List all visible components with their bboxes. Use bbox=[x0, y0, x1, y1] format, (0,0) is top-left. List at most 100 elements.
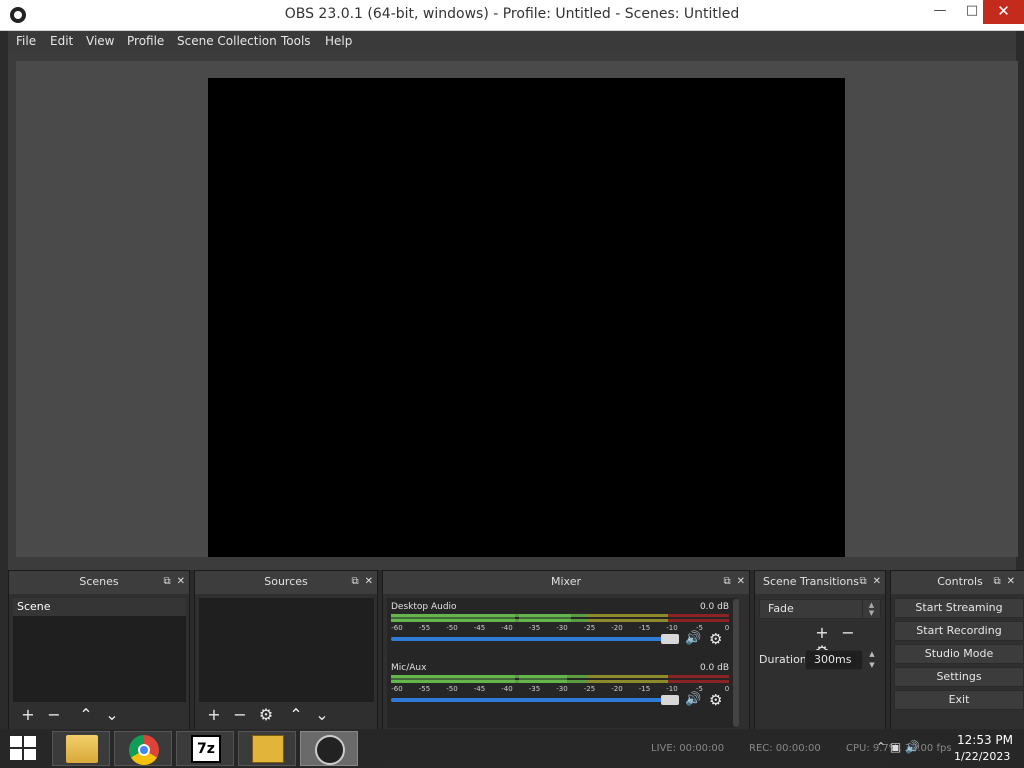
sources-title: Sources bbox=[264, 575, 308, 588]
meter-tick-label: -15 bbox=[638, 685, 651, 693]
scenes-title: Scenes bbox=[79, 575, 119, 588]
move-up-icon[interactable]: ⌃ bbox=[283, 705, 309, 724]
windows-start-icon[interactable] bbox=[10, 736, 38, 762]
preview-canvas[interactable] bbox=[208, 78, 845, 557]
scenes-list[interactable]: Scene bbox=[13, 598, 186, 702]
close-button[interactable]: ✕ bbox=[983, 0, 1024, 24]
mixer-dock: Mixer ⧉ ✕ Desktop Audio 0.0 dB -60 -55 -50 -… bbox=[382, 570, 750, 732]
meter-tick-label: -10 bbox=[666, 624, 678, 632]
list-item[interactable]: Scene bbox=[13, 598, 186, 616]
menu-scene-collection[interactable]: Scene Collection bbox=[177, 34, 277, 48]
gear-icon[interactable]: ⚙ bbox=[709, 691, 722, 709]
meter-tick-label: -55 bbox=[418, 685, 431, 693]
meter-tick-label: -25 bbox=[583, 624, 596, 632]
remove-icon[interactable]: − bbox=[835, 623, 861, 642]
sources-list[interactable] bbox=[199, 598, 374, 702]
settings-button[interactable]: Settings bbox=[894, 667, 1024, 687]
meter-ticks: -60 -55 -50 -45 -40 -35 -30 -25 -20 -15 -10 -5 0 bbox=[391, 685, 729, 695]
remove-icon[interactable]: − bbox=[227, 705, 253, 724]
studio-mode-button[interactable]: Studio Mode bbox=[894, 644, 1024, 664]
duration-label: Duration bbox=[759, 653, 807, 666]
transitions-header: Scene Transitions ⧉ ✕ bbox=[755, 571, 885, 594]
clock-date[interactable]: 1/22/2023 bbox=[954, 750, 1010, 763]
mixer-panel: Desktop Audio 0.0 dB -60 -55 -50 -45 -40 -35 -… bbox=[387, 598, 737, 728]
window-title: OBS 23.0.1 (64-bit, windows) - Profile: … bbox=[284, 6, 740, 22]
taskbar-chrome[interactable] bbox=[114, 731, 172, 766]
controls-title: Controls bbox=[937, 575, 983, 588]
meter-ticks: -60 -55 -50 -45 -40 -35 -30 -25 -20 -15 -10 -5 0 bbox=[391, 624, 729, 634]
move-up-icon[interactable]: ⌃ bbox=[73, 705, 99, 724]
sources-dock: Sources ⧉ ✕ + − ⚙ ⌃ ⌄ bbox=[194, 570, 378, 732]
track-db: 0.0 dB bbox=[699, 663, 729, 673]
rec-status: REC: 00:00:00 bbox=[749, 743, 821, 754]
close-dock-icon[interactable]: ✕ bbox=[177, 576, 185, 587]
controls-dock: Controls ⧉ ✕ Start Streaming Start Record… bbox=[890, 570, 1024, 732]
add-icon[interactable]: + bbox=[201, 705, 227, 724]
add-icon[interactable]: + bbox=[15, 705, 41, 724]
duration-field[interactable]: 300ms bbox=[805, 650, 863, 670]
meter-tick-label: -50 bbox=[446, 685, 458, 693]
gear-icon[interactable]: ⚙ bbox=[709, 630, 722, 648]
volume-meter bbox=[391, 614, 729, 623]
taskbar-notepad[interactable] bbox=[238, 731, 296, 766]
speaker-icon[interactable]: 🔊 bbox=[685, 631, 701, 646]
close-dock-icon[interactable]: ✕ bbox=[1007, 576, 1015, 587]
taskbar-file-explorer[interactable] bbox=[52, 731, 110, 766]
move-down-icon[interactable]: ⌄ bbox=[99, 705, 125, 724]
transitions-title: Scene Transitions bbox=[763, 575, 859, 588]
track-name: Mic/Aux bbox=[391, 663, 427, 673]
add-icon[interactable]: + bbox=[809, 623, 835, 642]
remove-icon[interactable]: − bbox=[41, 705, 67, 724]
menu-help[interactable]: Help bbox=[325, 34, 352, 48]
system-tray[interactable]: ⌃ ▣ 🔊 bbox=[876, 740, 920, 754]
meter-tick-label: -30 bbox=[556, 685, 568, 693]
scrollbar[interactable] bbox=[733, 599, 739, 727]
transition-value: Fade bbox=[768, 602, 794, 615]
slider-handle[interactable] bbox=[661, 695, 679, 705]
menu-profile[interactable]: Profile bbox=[127, 34, 164, 48]
gear-icon[interactable]: ⚙ bbox=[253, 705, 279, 724]
main-area bbox=[8, 53, 1018, 570]
undock-icon[interactable]: ⧉ bbox=[351, 576, 358, 587]
scenes-toolbar: + − ⌃ ⌄ bbox=[15, 705, 125, 727]
volume-slider[interactable] bbox=[391, 698, 677, 702]
meter-tick-label: -35 bbox=[528, 685, 541, 693]
menu-view[interactable]: View bbox=[86, 34, 114, 48]
transition-select[interactable]: Fade ▲ ▼ bbox=[759, 599, 881, 619]
move-down-icon[interactable]: ⌄ bbox=[309, 705, 335, 724]
undock-icon[interactable]: ⧉ bbox=[859, 576, 866, 587]
start-recording-button[interactable]: Start Recording bbox=[894, 621, 1024, 641]
start-streaming-button[interactable]: Start Streaming bbox=[894, 598, 1024, 618]
close-dock-icon[interactable]: ✕ bbox=[737, 576, 745, 587]
taskbar-obs[interactable] bbox=[300, 731, 358, 766]
menu-tools[interactable]: Tools bbox=[281, 34, 311, 48]
undock-icon[interactable]: ⧉ bbox=[723, 576, 730, 587]
close-dock-icon[interactable]: ✕ bbox=[365, 576, 373, 587]
menu-file[interactable]: File bbox=[16, 34, 36, 48]
meter-tick-label: 0 bbox=[724, 624, 730, 632]
undock-icon[interactable]: ⧉ bbox=[993, 576, 1000, 587]
clock-time[interactable]: 12:53 PM bbox=[957, 733, 1013, 747]
undock-icon[interactable]: ⧉ bbox=[163, 576, 170, 587]
sources-header: Sources ⧉ ✕ bbox=[195, 571, 377, 594]
exit-button[interactable]: Exit bbox=[894, 690, 1024, 710]
chevron-updown-icon: ▲ ▼ bbox=[862, 600, 880, 618]
slider-handle[interactable] bbox=[661, 634, 679, 644]
taskbar-7zip[interactable]: 7z bbox=[176, 731, 234, 766]
meter-tick-label: -20 bbox=[611, 685, 623, 693]
track-db: 0.0 dB bbox=[699, 602, 729, 612]
speaker-icon[interactable]: 🔊 bbox=[685, 692, 701, 707]
meter-tick-label: -20 bbox=[611, 624, 623, 632]
volume-slider[interactable] bbox=[391, 637, 677, 641]
close-dock-icon[interactable]: ✕ bbox=[873, 576, 881, 587]
7zip-icon: 7z bbox=[191, 735, 221, 763]
track-desktop-audio: Desktop Audio 0.0 dB -60 -55 -50 -45 -40 -35 -… bbox=[391, 602, 729, 656]
minimize-button[interactable]: — bbox=[924, 0, 956, 24]
duration-spinner[interactable]: ▲ ▼ bbox=[864, 649, 880, 671]
menu-edit[interactable]: Edit bbox=[50, 34, 73, 48]
mixer-header: Mixer ⧉ ✕ bbox=[383, 571, 749, 594]
scenes-header: Scenes ⧉ ✕ bbox=[9, 571, 189, 594]
meter-tick-label: -15 bbox=[638, 624, 651, 632]
controls-header: Controls ⧉ ✕ bbox=[891, 571, 1024, 594]
chrome-icon bbox=[129, 735, 159, 765]
